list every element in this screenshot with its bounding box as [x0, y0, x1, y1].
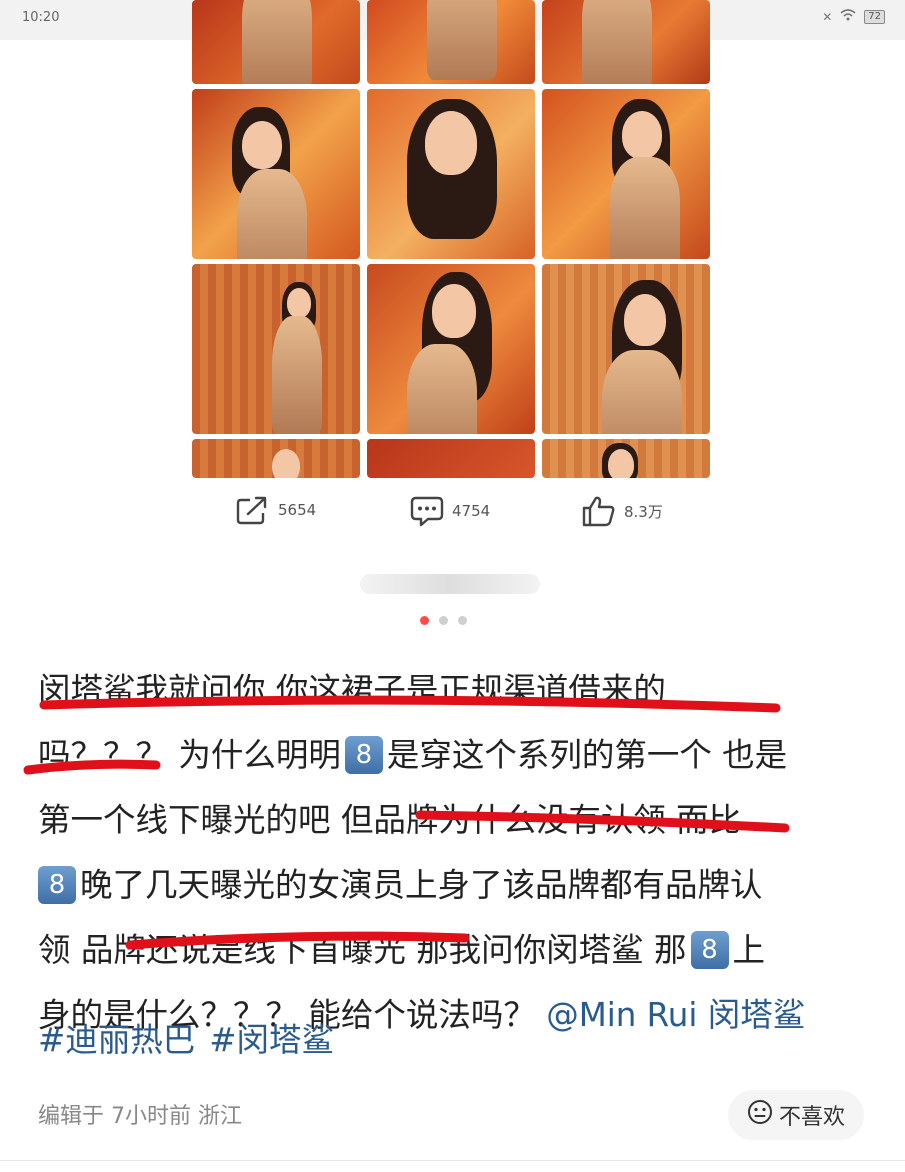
post-line: 第一个线下曝光的吧 但品牌为什么没有认领 而比 — [38, 788, 868, 853]
post-meta: 编辑于 7小时前 浙江 — [38, 1104, 242, 1129]
post-line: 领 品牌还说是线下首曝光 那我问你闵塔鲨 那8上 — [38, 918, 868, 983]
post-text: 晚了几天曝光的女演员上身了该品牌都有品牌认 — [80, 866, 763, 904]
repost-icon — [236, 495, 270, 525]
comment-icon — [410, 495, 444, 527]
post-text: 上 — [732, 931, 766, 969]
post-text: 是穿这个系列的第一个 也是 — [386, 736, 788, 774]
like-button[interactable]: 8.3万 — [582, 495, 663, 527]
photo-thumbnail[interactable] — [367, 439, 535, 478]
number-8-emoji: 8 — [690, 931, 729, 969]
dislike-label: 不喜欢 — [778, 1105, 845, 1130]
photo-thumbnail[interactable] — [542, 89, 710, 259]
number-8-emoji: 8 — [344, 736, 383, 774]
photo-thumbnail[interactable] — [192, 0, 360, 84]
photo-thumbnail[interactable] — [367, 0, 535, 84]
divider — [0, 1160, 905, 1161]
dislike-button[interactable]: 不喜欢 — [728, 1090, 864, 1140]
status-icons: ✕ 72 — [822, 9, 885, 24]
comment-button[interactable]: 4754 — [410, 495, 490, 527]
status-time: 10:20 — [22, 10, 60, 25]
post-text: 领 品牌还说是线下首曝光 那我问你闵塔鲨 那 — [38, 931, 687, 969]
battery-icon: 72 — [864, 9, 885, 24]
photo-thumbnail[interactable] — [367, 89, 535, 259]
photo-thumbnail[interactable] — [367, 264, 535, 434]
photo-grid — [192, 0, 711, 478]
action-bar: 5654 4754 8.3万 — [0, 495, 905, 535]
photo-thumbnail[interactable] — [192, 89, 360, 259]
user-mention-link[interactable]: @Min Rui 闵塔鲨 — [546, 996, 805, 1034]
post-line: 8 晚了几天曝光的女演员上身了该品牌都有品牌认 — [38, 853, 868, 918]
hashtag-row: #迪丽热巴 #闵塔鲨 — [38, 1018, 334, 1062]
post-text: 闵塔鲨我就问你 你这裙子是正规渠道借来的 — [38, 671, 666, 709]
page-dot — [439, 616, 448, 625]
post-line: 闵塔鲨我就问你 你这裙子是正规渠道借来的 — [38, 658, 868, 723]
photo-thumbnail[interactable] — [192, 439, 360, 478]
photo-thumbnail[interactable] — [542, 264, 710, 434]
hashtag-link[interactable]: #迪丽热巴 — [38, 1018, 195, 1062]
page-dot — [458, 616, 467, 625]
post-body: 闵塔鲨我就问你 你这裙子是正规渠道借来的 吗？？？ 为什么明明 8 是穿这个系列的第… — [38, 658, 868, 1048]
wifi-icon — [840, 9, 856, 24]
post-text: 第一个线下曝光的吧 但品牌为什么没有认领 而比 — [38, 801, 742, 839]
number-8-emoji: 8 — [38, 866, 76, 904]
neutral-face-icon — [747, 1099, 773, 1131]
mute-icon: ✕ — [822, 9, 833, 24]
page-indicator — [420, 616, 467, 625]
photo-thumbnail[interactable] — [192, 264, 360, 434]
page-dot-active — [420, 616, 429, 625]
hashtag-link[interactable]: #闵塔鲨 — [209, 1018, 334, 1062]
comment-count: 4754 — [452, 502, 491, 520]
like-count: 8.3万 — [624, 502, 663, 521]
post-line: 吗？？？ 为什么明明 8 是穿这个系列的第一个 也是 — [38, 723, 868, 788]
repost-count: 5654 — [278, 501, 317, 519]
photo-thumbnail[interactable] — [542, 0, 710, 84]
thumbs-up-icon — [582, 495, 616, 527]
post-text: 吗？？？ 为什么明明 — [38, 736, 341, 774]
blurred-username — [360, 574, 540, 594]
repost-button[interactable]: 5654 — [236, 495, 316, 525]
photo-thumbnail[interactable] — [542, 439, 710, 478]
